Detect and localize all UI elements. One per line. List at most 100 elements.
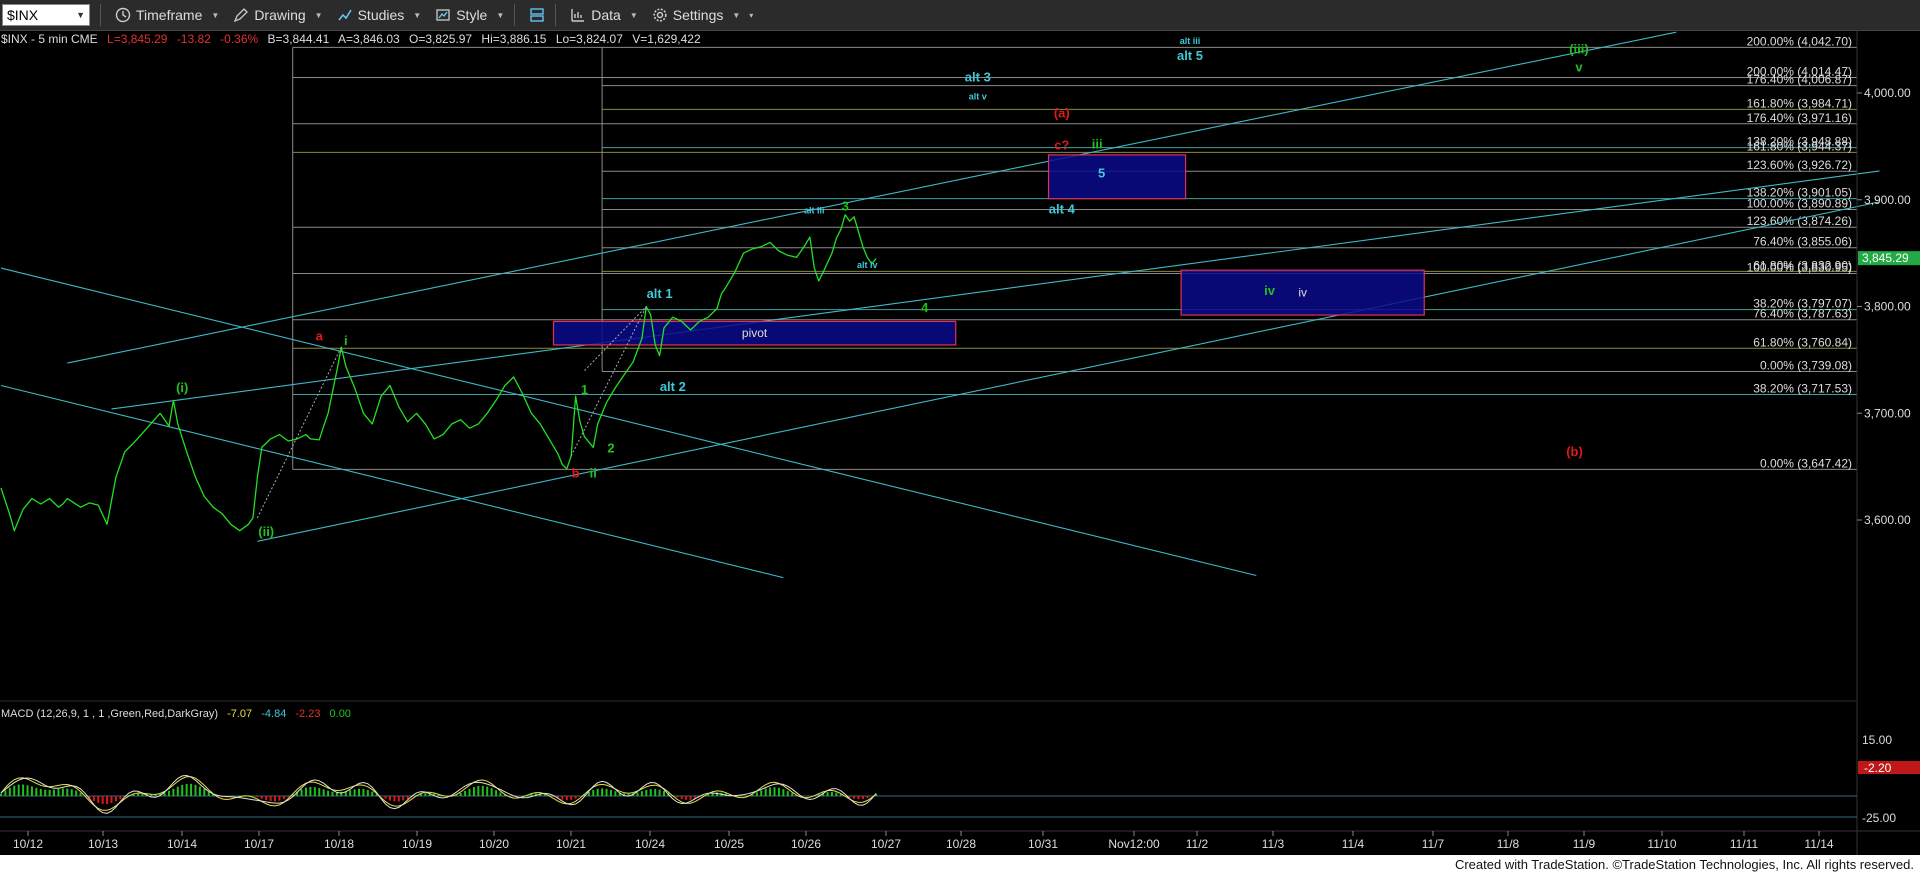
wave-label: b <box>572 465 580 480</box>
layout-button[interactable] <box>529 7 545 23</box>
quote-symbol: $INX - 5 min CME <box>1 32 98 46</box>
timeframe-label: Timeframe <box>136 7 203 23</box>
wave-label: iv <box>1264 283 1276 298</box>
pencil-icon <box>234 8 249 23</box>
x-tick-label: 10/27 <box>871 837 901 851</box>
layout-icon <box>530 8 544 22</box>
box-label: pivot <box>742 326 768 340</box>
fib-label: 38.20% (3,717.53) <box>1753 382 1852 396</box>
macd-label: MACD (12,26,9, 1 , 1 ,Green,Red,DarkGray… <box>1 708 218 720</box>
wave-label: (b) <box>1566 444 1583 459</box>
last-price-tag: 3,845.29 <box>1858 251 1920 266</box>
fib-label: 176.40% (3,971.16) <box>1747 111 1852 125</box>
wave-label: alt iv <box>857 260 878 270</box>
drawing-button[interactable]: Drawing ▼ <box>233 7 323 23</box>
x-tick-label: 11/10 <box>1647 837 1676 851</box>
x-tick-label: 10/17 <box>244 837 274 851</box>
symbol-input[interactable]: $INX ▼ <box>2 4 90 26</box>
chart-background <box>0 31 1920 855</box>
toolbar-divider <box>100 4 101 26</box>
data-dropdown-icon: ▼ <box>629 10 638 20</box>
macd-legend: MACD (12,26,9, 1 , 1 ,Green,Red,DarkGray… <box>1 708 351 720</box>
wave-label: (ii) <box>258 524 274 539</box>
settings-label: Settings <box>672 7 724 23</box>
gear-icon <box>653 8 667 22</box>
macd-axis-top: 15.00 <box>1862 733 1892 747</box>
style-dropdown-icon: ▼ <box>496 10 505 20</box>
wave-label: alt 5 <box>1177 48 1203 63</box>
data-label: Data <box>591 7 621 23</box>
fib-label: 76.40% (3,787.63) <box>1753 307 1852 321</box>
y-tick-label: 4,000.00 <box>1864 86 1911 100</box>
style-icon <box>436 9 450 21</box>
wave-label: a <box>316 329 324 344</box>
style-label: Style <box>456 7 488 23</box>
wave-label: 5 <box>1098 165 1105 180</box>
x-tick-label: 11/8 <box>1497 837 1520 851</box>
wave-label: alt iii <box>1180 36 1201 46</box>
x-tick-label: 10/18 <box>324 837 354 851</box>
quote-ask: A=3,846.03 <box>338 32 400 46</box>
toolbar: $INX ▼ Timeframe ▼ Drawing ▼ Studies ▼ S… <box>0 0 1920 31</box>
fib-label: 200.00% (4,042.70) <box>1747 34 1852 48</box>
wave-label: (a) <box>1054 106 1070 121</box>
last-price-value: 3,845.29 <box>1862 251 1909 265</box>
symbol-dropdown-icon[interactable]: ▼ <box>76 10 85 20</box>
wave-label: 2 <box>607 441 614 456</box>
timeframe-button[interactable]: Timeframe ▼ <box>115 7 219 23</box>
wave-label: alt 4 <box>1049 202 1076 217</box>
toolbar-divider <box>555 4 557 26</box>
box-label: iv <box>1298 286 1307 300</box>
clock-icon <box>115 7 131 23</box>
wave-label: 4 <box>921 300 929 315</box>
studies-button[interactable]: Studies ▼ <box>337 7 421 23</box>
macd-value-1: -7.07 <box>227 708 252 720</box>
toolbar-overflow-icon[interactable]: ▾ <box>749 11 753 20</box>
footer-credit: Created with TradeStation. ©TradeStation… <box>0 855 1920 874</box>
settings-button[interactable]: Settings ▼ ▾ <box>652 7 753 23</box>
y-tick-label: 3,800.00 <box>1864 300 1911 314</box>
x-tick-label: 10/24 <box>635 837 665 851</box>
x-tick-label: 11/7 <box>1422 837 1445 851</box>
price-chart[interactable]: 200.00% (4,042.70)200.00% (4,014.47)176.… <box>0 31 1920 855</box>
x-tick-label: 10/13 <box>88 837 118 851</box>
data-button[interactable]: Data ▼ <box>570 7 638 23</box>
wave-label: (i) <box>176 380 188 395</box>
data-icon <box>571 9 585 22</box>
wave-label: (iii) <box>1569 42 1589 57</box>
settings-dropdown-icon: ▼ <box>732 10 741 20</box>
quote-lo: Lo=3,824.07 <box>556 32 623 46</box>
macd-current-value: -2.20 <box>1864 761 1892 775</box>
x-tick-label: 10/21 <box>556 837 586 851</box>
fib-label: 0.00% (3,739.08) <box>1760 359 1852 373</box>
style-button[interactable]: Style ▼ <box>435 7 504 23</box>
drawing-label: Drawing <box>254 7 306 23</box>
x-tick-label: 11/14 <box>1804 837 1833 851</box>
y-tick-label: 3,700.00 <box>1864 406 1911 420</box>
quote-change: -13.82 <box>177 32 211 46</box>
wave-label: i <box>344 333 348 348</box>
macd-axis-bottom: -25.00 <box>1862 811 1896 825</box>
macd-value-2: -4.84 <box>261 708 286 720</box>
x-tick-label: 11/2 <box>1186 837 1209 851</box>
wave-label: iii <box>1092 137 1103 152</box>
y-tick-label: 3,900.00 <box>1864 193 1911 207</box>
wave-label: c? <box>1054 138 1069 153</box>
fib-label: 161.80% (3,944.37) <box>1747 139 1852 153</box>
x-tick-label: 10/12 <box>13 837 43 851</box>
wave-label: alt v <box>969 91 987 101</box>
toolbar-divider <box>514 4 516 26</box>
quote-volume: V=1,629,422 <box>632 32 701 46</box>
wave-label: alt 3 <box>965 69 991 84</box>
fib-label: 100.00% (3,830.95) <box>1747 260 1852 274</box>
macd-value-3: -2.23 <box>295 708 320 720</box>
x-tick-label: 10/19 <box>402 837 432 851</box>
x-tick-label: 10/20 <box>479 837 509 851</box>
fib-label: 76.40% (3,855.06) <box>1753 235 1852 249</box>
x-tick-label: 11/9 <box>1573 837 1596 851</box>
quote-high: Hi=3,886.15 <box>481 32 546 46</box>
x-tick-label: 10/31 <box>1028 837 1058 851</box>
fib-label: 100.00% (3,890.89) <box>1747 196 1852 210</box>
timeframe-dropdown-icon: ▼ <box>211 10 220 20</box>
x-tick-label: 10/28 <box>946 837 976 851</box>
